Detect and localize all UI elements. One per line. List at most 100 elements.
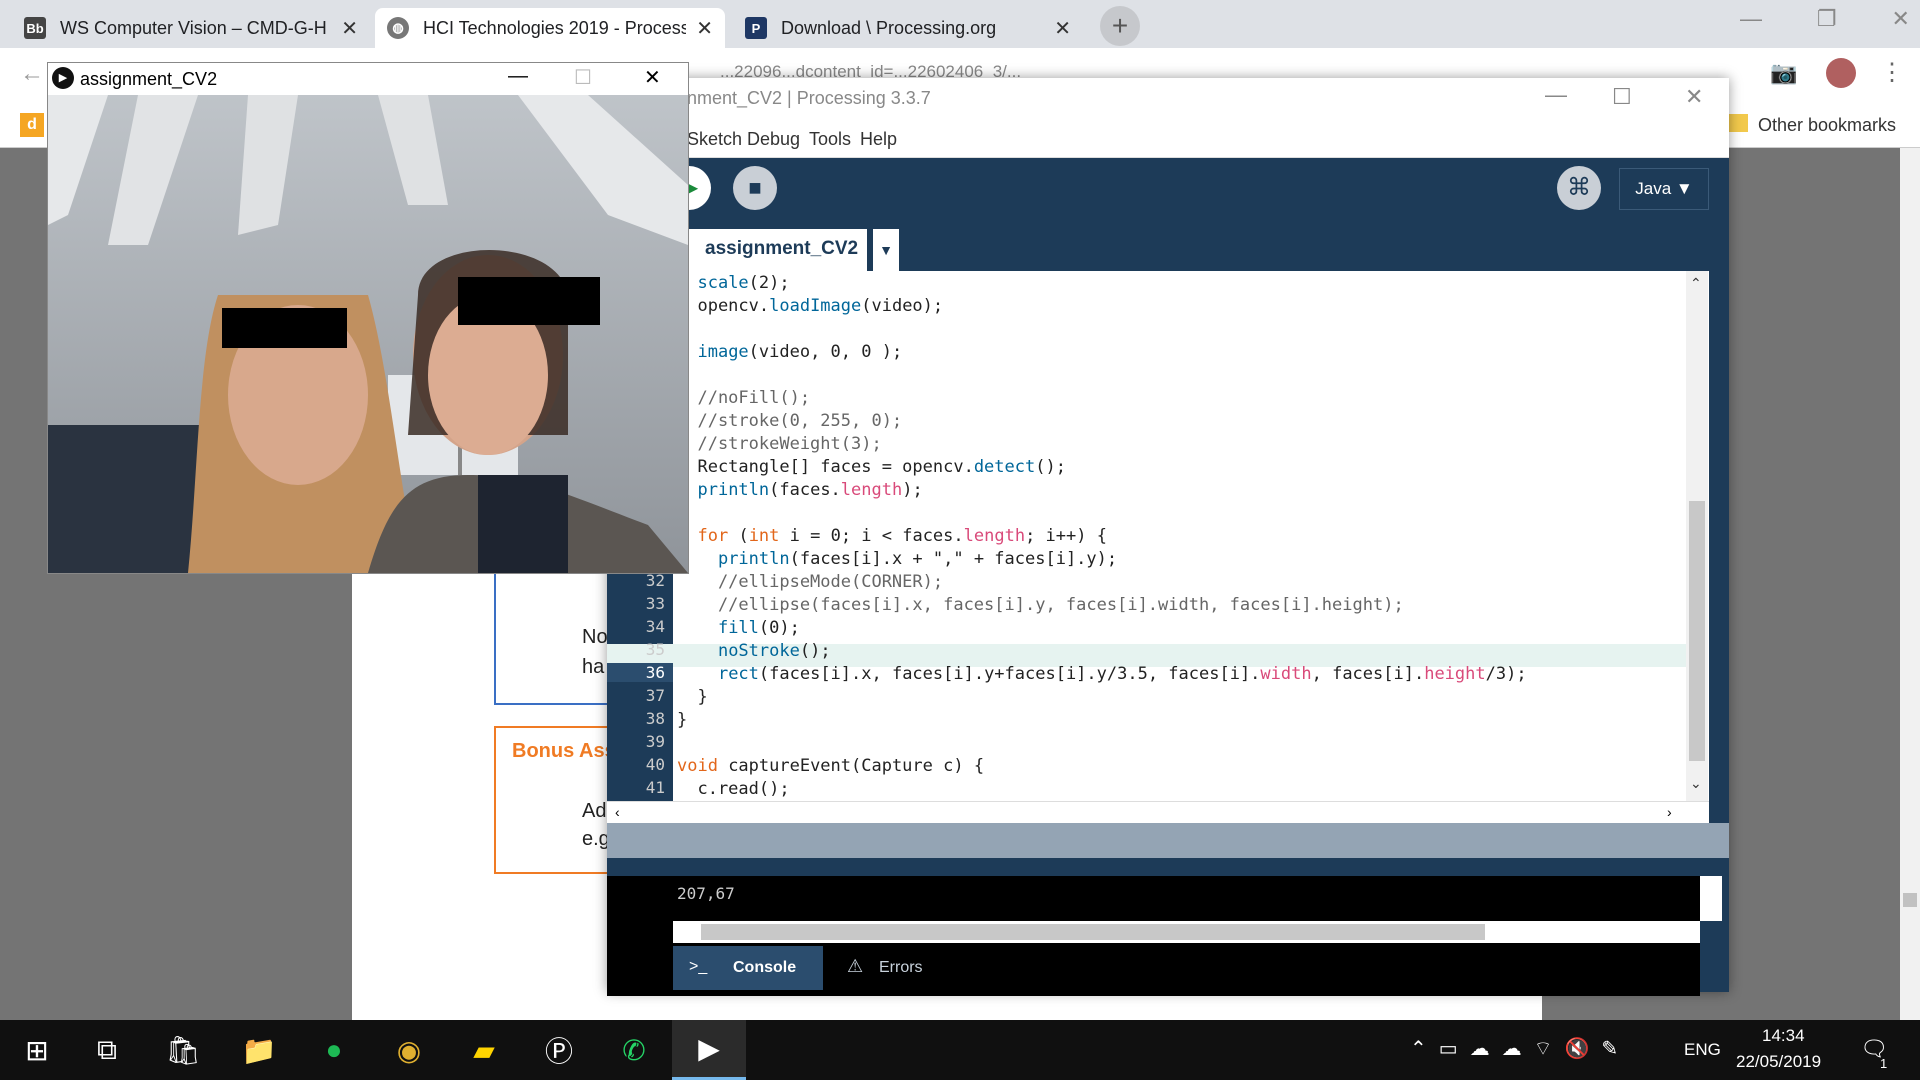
doc-text: Ad (582, 800, 607, 822)
bonus-heading: Bonus Ass (512, 740, 616, 762)
code-line[interactable]: } (677, 686, 707, 709)
menu-sketch[interactable]: Sketch (687, 129, 742, 150)
browser-tab-hci-technologies[interactable]: ◍ HCI Technologies 2019 - Process ✕ (375, 8, 725, 48)
clock-time[interactable]: 14:34 (1762, 1026, 1805, 1046)
sticky-notes-icon[interactable]: ▰ (447, 1020, 521, 1080)
avatar[interactable] (1826, 58, 1856, 88)
back-icon[interactable]: ← (20, 60, 44, 88)
notification-count: 1 (1880, 1056, 1888, 1071)
warning-icon: ⚠ (847, 956, 864, 976)
camera-icon[interactable]: 📷 (1770, 60, 1797, 86)
code-line[interactable]: noStroke(); (677, 640, 831, 663)
editor-scrollbar[interactable]: ⌃ ⌄ (1686, 271, 1708, 801)
code-line[interactable]: rect(faces[i].x, faces[i].y+faces[i].y/3… (677, 663, 1527, 686)
menu-icon[interactable]: ⋮ (1880, 58, 1904, 87)
line-number: 34 (645, 617, 665, 636)
code-line[interactable]: //strokeWeight(3); (677, 433, 881, 456)
code-line[interactable]: image(video, 0, 0 ); (677, 341, 902, 364)
code-line[interactable]: opencv.loadImage(video); (677, 295, 943, 318)
minimize-icon[interactable]: — (1740, 6, 1762, 32)
code-editor[interactable]: ⌃ ⌄ scale(2); opencv.loadImage(video); i… (607, 271, 1709, 801)
status-bar (607, 823, 1729, 858)
close-tab-icon[interactable]: ✕ (1054, 16, 1071, 41)
tab-label: WS Computer Vision – CMD-G-H (60, 17, 327, 38)
menu-tools[interactable]: Tools (809, 129, 851, 150)
spotify-icon[interactable]: ● (297, 1020, 371, 1080)
tab-menu-arrow[interactable]: ▼ (873, 229, 899, 271)
chrome-icon[interactable]: ◉ (372, 1020, 446, 1080)
close-tab-icon[interactable]: ✕ (341, 16, 358, 41)
sketch-tab[interactable]: assignment_CV2 (687, 229, 867, 271)
face-mask-box (458, 277, 600, 325)
close-tab-icon[interactable]: ✕ (696, 16, 713, 41)
processing-app-icon[interactable]: Ⓟ (522, 1020, 596, 1080)
globe-icon: ◍ (387, 17, 409, 39)
console-output: 207,67 (677, 884, 735, 903)
close-icon[interactable]: ✕ (1685, 84, 1703, 110)
tab-label: HCI Technologies 2019 - Process (423, 17, 687, 38)
close-icon[interactable]: ✕ (644, 65, 661, 90)
code-line[interactable]: c.read(); (677, 778, 789, 801)
processing-window: nment_CV2 | Processing 3.3.7 — ☐ ✕ Sketc… (607, 78, 1729, 996)
code-line[interactable]: } (677, 709, 687, 732)
webcam-video-frame (48, 95, 688, 573)
browser-window-controls: — ❐ ✕ (1740, 6, 1910, 32)
line-number: 41 (645, 778, 665, 797)
running-sketch-icon[interactable]: ▶ (672, 1020, 746, 1080)
processing-title-bar: nment_CV2 | Processing 3.3.7 — ☐ ✕ (607, 78, 1729, 120)
code-line[interactable]: Rectangle[] faces = opencv.detect(); (677, 456, 1065, 479)
console-scrollbar[interactable] (1700, 876, 1722, 921)
processing-menu-bar: Sketch Debug Tools Help (607, 120, 1729, 158)
console-icon: >_ (689, 958, 708, 975)
menu-help[interactable]: Help (860, 129, 897, 150)
store-icon[interactable]: 🛍 (146, 1020, 220, 1080)
task-view-icon[interactable]: ⧉ (70, 1020, 144, 1080)
windows-start-icon[interactable]: ⊞ (0, 1020, 74, 1080)
code-line[interactable]: //ellipseMode(CORNER); (677, 571, 943, 594)
code-line[interactable]: fill(0); (677, 617, 800, 640)
stop-button[interactable]: ■ (733, 166, 777, 210)
maximize-icon[interactable]: ☐ (1612, 84, 1632, 110)
code-line[interactable]: //noFill(); (677, 387, 810, 410)
page-scrollbar[interactable] (1900, 148, 1920, 1020)
new-tab-button[interactable]: + (1100, 6, 1140, 46)
code-line[interactable]: println(faces.length); (677, 479, 922, 502)
processing-icon: P (745, 17, 767, 39)
sketch-window-title-bar: ▶ assignment_CV2 — ☐ ✕ (48, 63, 688, 95)
close-icon[interactable]: ✕ (1892, 6, 1910, 32)
bookmark-d-icon[interactable]: d (20, 113, 44, 137)
language-indicator[interactable]: ENG (1684, 1040, 1721, 1060)
other-bookmarks[interactable]: Other bookmarks (1758, 115, 1896, 136)
line-number: 33 (645, 594, 665, 613)
browser-tab-ws-computer-vision[interactable]: Bb WS Computer Vision – CMD-G-H ✕ (12, 8, 370, 48)
code-line[interactable]: //stroke(0, 255, 0); (677, 410, 902, 433)
file-explorer-icon[interactable]: 📁 (222, 1020, 296, 1080)
line-number: 39 (645, 732, 665, 751)
minimize-icon[interactable]: — (1545, 82, 1567, 108)
system-tray-icons[interactable]: ⌃▭☁☁⌔🔇✎ (1410, 1036, 1630, 1061)
mode-selector[interactable]: Java ▼ (1619, 168, 1709, 210)
console-hscrollbar[interactable] (673, 921, 1700, 943)
menu-debug[interactable]: Debug (747, 129, 800, 150)
whatsapp-icon[interactable]: ✆ (597, 1020, 671, 1080)
line-number: 36 (607, 663, 673, 682)
debugger-icon[interactable]: ⌘ (1557, 166, 1601, 210)
face-mask-box (222, 308, 347, 348)
doc-text: ha (582, 656, 605, 678)
editor-hscrollbar[interactable]: ‹ › (607, 801, 1709, 823)
code-line[interactable]: void captureEvent(Capture c) { (677, 755, 984, 778)
code-line[interactable]: scale(2); (677, 272, 789, 295)
processing-play-icon: ▶ (52, 67, 74, 89)
window-title: nment_CV2 | Processing 3.3.7 (687, 88, 931, 108)
code-line[interactable]: for (int i = 0; i < faces.length; i++) { (677, 525, 1106, 548)
browser-tab-processing-download[interactable]: P Download \ Processing.org ✕ (733, 8, 1083, 48)
maximize-icon[interactable]: ☐ (574, 65, 592, 90)
code-line[interactable]: //ellipse(faces[i].x, faces[i].y, faces[… (677, 594, 1404, 617)
clock-date[interactable]: 22/05/2019 (1736, 1052, 1821, 1072)
restore-icon[interactable]: ❐ (1817, 6, 1837, 32)
tab-label: Download \ Processing.org (781, 17, 997, 38)
code-line[interactable]: println(faces[i].x + "," + faces[i].y); (677, 548, 1117, 571)
minimize-icon[interactable]: — (508, 65, 528, 88)
window-title: assignment_CV2 (80, 69, 218, 89)
blackboard-icon: Bb (24, 17, 46, 39)
